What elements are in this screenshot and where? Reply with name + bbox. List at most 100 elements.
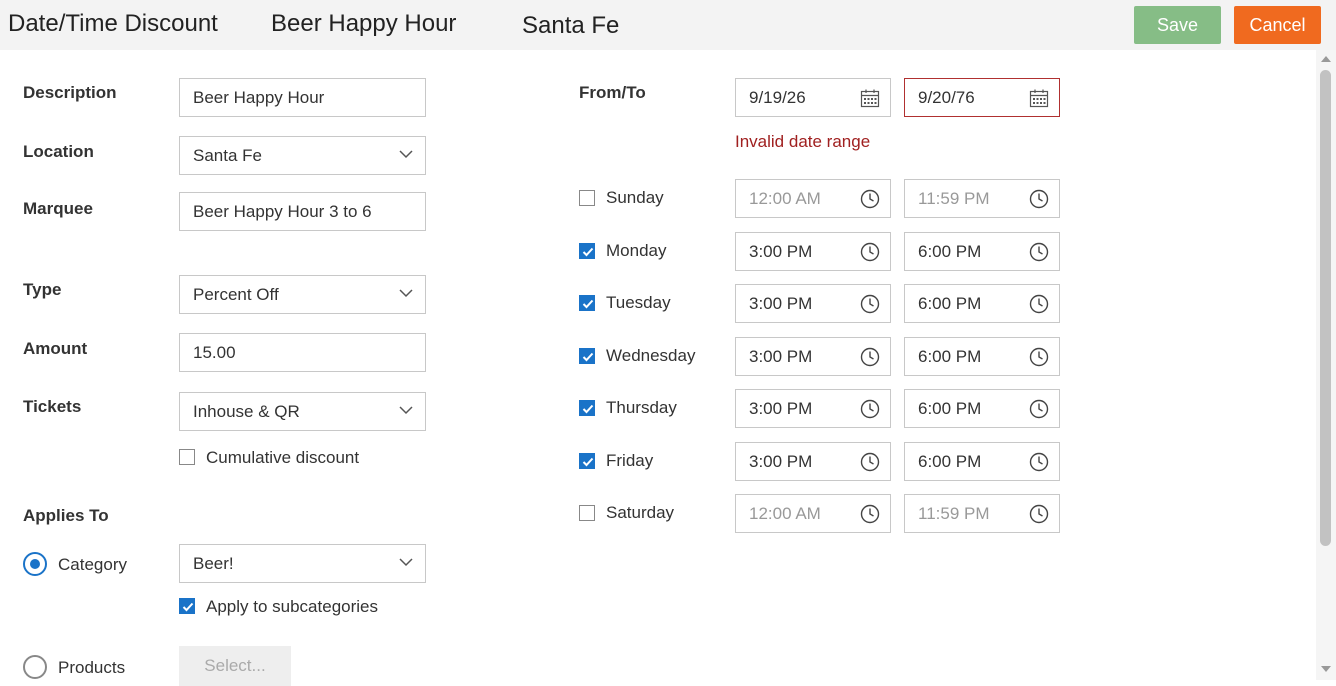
saturday-end-time-value: 11:59 PM	[918, 504, 990, 523]
date-range-error: Invalid date range	[735, 132, 871, 151]
chevron-down-icon	[399, 558, 413, 567]
checkmark-icon	[582, 404, 594, 414]
clock-icon[interactable]	[860, 189, 880, 209]
saturday-end-time-input[interactable]: 11:59 PM	[904, 494, 1060, 533]
clock-icon[interactable]	[1029, 452, 1049, 472]
location-label: Location	[23, 142, 94, 161]
cumulative-discount-label: Cumulative discount	[206, 448, 360, 467]
wednesday-label: Wednesday	[606, 346, 696, 365]
type-value: Percent Off	[193, 285, 279, 304]
thursday-end-time-value: 6:00 PM	[918, 399, 982, 418]
clock-icon[interactable]	[1029, 504, 1049, 524]
category-value: Beer!	[193, 554, 234, 573]
sunday-end-time-input[interactable]: 11:59 PM	[904, 179, 1060, 218]
thursday-end-time-input[interactable]: 6:00 PM	[904, 389, 1060, 428]
tickets-label: Tickets	[23, 397, 82, 416]
wednesday-start-time-value: 3:00 PM	[749, 347, 813, 366]
clock-icon[interactable]	[1029, 189, 1049, 209]
calendar-icon[interactable]	[860, 88, 880, 108]
type-label: Type	[23, 280, 62, 299]
clock-icon[interactable]	[860, 294, 880, 314]
chevron-down-icon	[399, 406, 413, 415]
category-radio-label: Category	[58, 555, 127, 574]
wednesday-start-time-input[interactable]: 3:00 PM	[735, 337, 891, 376]
chevron-down-icon	[399, 150, 413, 159]
amount-input[interactable]: 15.00	[179, 333, 426, 372]
page-title: Date/Time Discount	[8, 10, 218, 37]
clock-icon[interactable]	[860, 399, 880, 419]
saturday-start-time-input[interactable]: 12:00 AM	[735, 494, 891, 533]
calendar-icon[interactable]	[1029, 88, 1049, 108]
tickets-value: Inhouse & QR	[193, 402, 300, 421]
friday-start-time-input[interactable]: 3:00 PM	[735, 442, 891, 481]
apply-to-subcategories-label: Apply to subcategories	[206, 597, 378, 616]
to-date-input[interactable]: 9/20/76	[904, 78, 1060, 117]
monday-label: Monday	[606, 241, 667, 260]
location-select[interactable]: Santa Fe	[179, 136, 426, 175]
scroll-thumb[interactable]	[1320, 70, 1331, 546]
description-input[interactable]: Beer Happy Hour	[179, 78, 426, 117]
sunday-end-time-value: 11:59 PM	[918, 189, 990, 208]
tickets-select[interactable]: Inhouse & QR	[179, 392, 426, 431]
scroll-down-arrow-icon[interactable]	[1321, 666, 1331, 672]
friday-end-time-input[interactable]: 6:00 PM	[904, 442, 1060, 481]
clock-icon[interactable]	[1029, 399, 1049, 419]
tuesday-end-time-value: 6:00 PM	[918, 294, 982, 313]
save-button[interactable]: Save	[1134, 6, 1221, 44]
chevron-down-icon	[399, 289, 413, 298]
description-label: Description	[23, 83, 117, 102]
category-select[interactable]: Beer!	[179, 544, 426, 583]
wednesday-end-time-input[interactable]: 6:00 PM	[904, 337, 1060, 376]
thursday-checkbox[interactable]	[579, 400, 595, 416]
saturday-label: Saturday	[606, 503, 675, 522]
clock-icon[interactable]	[860, 347, 880, 367]
category-radio[interactable]	[23, 552, 47, 576]
monday-start-time-input[interactable]: 3:00 PM	[735, 232, 891, 271]
tuesday-checkbox[interactable]	[579, 295, 595, 311]
products-radio-label: Products	[58, 658, 126, 677]
wednesday-checkbox[interactable]	[579, 348, 595, 364]
location-title: Santa Fe	[522, 12, 620, 39]
products-radio[interactable]	[23, 655, 47, 679]
clock-icon[interactable]	[860, 242, 880, 262]
clock-icon[interactable]	[1029, 294, 1049, 314]
friday-start-time-value: 3:00 PM	[749, 452, 813, 471]
sunday-start-time-value: 12:00 AM	[749, 189, 821, 208]
thursday-start-time-value: 3:00 PM	[749, 399, 813, 418]
scroll-up-arrow-icon[interactable]	[1321, 56, 1331, 62]
marquee-label: Marquee	[23, 199, 93, 218]
discount-name-title: Beer Happy Hour	[271, 10, 457, 37]
monday-checkbox[interactable]	[579, 243, 595, 259]
wednesday-end-time-value: 6:00 PM	[918, 347, 982, 366]
thursday-label: Thursday	[606, 398, 677, 417]
monday-start-time-value: 3:00 PM	[749, 242, 813, 261]
tuesday-label: Tuesday	[606, 293, 671, 312]
checkmark-icon	[182, 602, 194, 612]
saturday-start-time-value: 12:00 AM	[749, 504, 821, 523]
clock-icon[interactable]	[860, 504, 880, 524]
sunday-checkbox[interactable]	[579, 190, 595, 206]
clock-icon[interactable]	[1029, 242, 1049, 262]
checkmark-icon	[582, 299, 594, 309]
marquee-input[interactable]: Beer Happy Hour 3 to 6	[179, 192, 426, 231]
tuesday-start-time-input[interactable]: 3:00 PM	[735, 284, 891, 323]
vertical-scrollbar[interactable]	[1316, 50, 1336, 680]
tuesday-start-time-value: 3:00 PM	[749, 294, 813, 313]
apply-to-subcategories-checkbox[interactable]	[179, 598, 195, 614]
select-products-button[interactable]: Select...	[179, 646, 291, 686]
saturday-checkbox[interactable]	[579, 505, 595, 521]
sunday-start-time-input[interactable]: 12:00 AM	[735, 179, 891, 218]
monday-end-time-input[interactable]: 6:00 PM	[904, 232, 1060, 271]
type-select[interactable]: Percent Off	[179, 275, 426, 314]
clock-icon[interactable]	[1029, 347, 1049, 367]
from-date-input[interactable]: 9/19/26	[735, 78, 891, 117]
monday-end-time-value: 6:00 PM	[918, 242, 982, 261]
friday-checkbox[interactable]	[579, 453, 595, 469]
clock-icon[interactable]	[860, 452, 880, 472]
amount-label: Amount	[23, 339, 88, 358]
cumulative-discount-checkbox[interactable]	[179, 449, 195, 465]
tuesday-end-time-input[interactable]: 6:00 PM	[904, 284, 1060, 323]
from-to-label: From/To	[579, 83, 646, 102]
thursday-start-time-input[interactable]: 3:00 PM	[735, 389, 891, 428]
cancel-button[interactable]: Cancel	[1234, 6, 1321, 44]
